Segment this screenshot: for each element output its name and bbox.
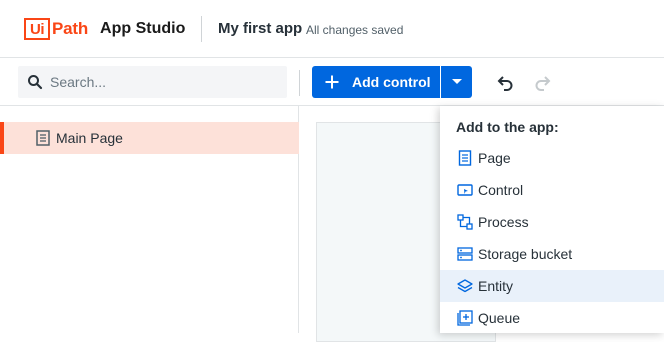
logo-path-text: Path [52,19,89,38]
add-control-label: Add control [352,74,431,90]
product-name: App Studio [100,20,186,37]
redo-icon[interactable] [532,72,554,94]
process-icon [457,214,473,230]
page-tree-panel: Main Page [0,106,299,333]
selected-indicator [0,122,4,154]
entity-icon [457,279,473,293]
menu-item-label: Control [478,182,524,198]
page-icon [36,130,50,146]
search-icon [28,75,43,90]
control-icon [457,184,473,196]
search-box[interactable] [18,66,287,98]
menu-item-label: Entity [478,278,514,294]
storage-bucket-icon [457,247,473,261]
add-menu-toggle[interactable] [441,66,472,98]
uipath-logo[interactable]: Ui Path App Studio [24,18,185,40]
caret-down-icon [451,79,462,84]
menu-item-label: Process [478,214,529,230]
menu-item-control[interactable]: Control [440,174,664,206]
add-control-button[interactable]: Add control [312,66,440,98]
page-tree-item-label: Main Page [56,130,123,146]
page-tree-item-main-page[interactable]: Main Page [0,122,299,154]
search-input[interactable] [50,66,280,98]
undo-icon[interactable] [494,72,516,94]
menu-item-page[interactable]: Page [440,142,664,174]
save-status: All changes saved [306,23,404,37]
queue-icon [457,310,473,326]
header-divider [201,16,202,42]
plus-icon [325,75,339,89]
toolbar: Add control [0,58,664,106]
toolbar-divider [299,70,300,96]
menu-item-queue[interactable]: Queue [440,302,664,334]
menu-item-entity[interactable]: Entity [440,270,664,302]
page-icon [458,150,472,166]
logo-ui-box: Ui [24,18,50,40]
menu-item-storage-bucket[interactable]: Storage bucket [440,238,664,270]
menu-item-label: Storage bucket [478,246,573,262]
app-header: Ui Path App Studio My first app All chan… [0,0,664,58]
menu-item-label: Queue [478,310,521,326]
app-name[interactable]: My first app [218,20,302,37]
menu-item-label: Page [478,150,511,166]
add-to-app-menu: Add to the app: Page Control Process Sto… [440,106,664,333]
menu-heading: Add to the app: [456,119,559,135]
menu-item-process[interactable]: Process [440,206,664,238]
